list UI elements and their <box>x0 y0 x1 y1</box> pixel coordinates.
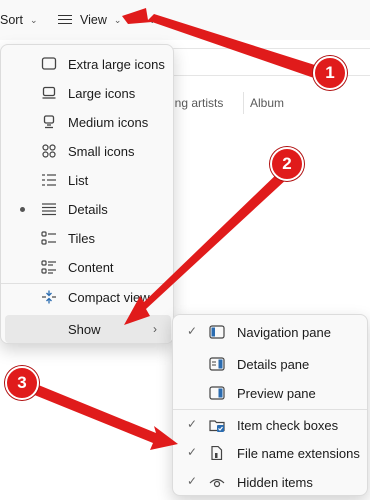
menu-item-label: Content <box>68 260 114 275</box>
menu-item-label: Small icons <box>68 144 135 159</box>
menu-item-label: Tiles <box>68 231 95 246</box>
details-icon <box>41 202 57 216</box>
annotation-badge-1: 1 <box>313 56 347 90</box>
menu-item-label: Show <box>68 322 101 337</box>
menu-item-label: Navigation pane <box>237 325 331 340</box>
menu-item-label: Details pane <box>237 357 310 372</box>
menu-item-medium-icons[interactable]: Medium icons <box>1 108 173 136</box>
details-pane-icon <box>209 357 225 371</box>
content-icon <box>41 260 57 274</box>
view-button[interactable]: View ⌄ <box>58 11 121 29</box>
hidden-items-icon <box>209 475 225 489</box>
item-check-boxes-icon <box>209 418 225 432</box>
view-label: View <box>80 13 107 27</box>
tiles-icon <box>41 231 57 245</box>
menu-item-preview-pane[interactable]: Preview pane <box>173 379 367 407</box>
menu-item-details[interactable]: Details <box>1 195 173 223</box>
menu-item-label: Compact view <box>68 290 150 305</box>
menu-item-hidden-items[interactable]: ✓ Hidden items <box>173 468 367 496</box>
menu-item-tiles[interactable]: Tiles <box>1 224 173 252</box>
extra-large-icons-icon <box>41 57 57 71</box>
compact-view-icon <box>41 290 57 304</box>
navigation-pane-icon <box>209 325 225 339</box>
menu-item-details-pane[interactable]: Details pane <box>173 350 367 378</box>
view-lines-icon <box>58 15 72 25</box>
column-header-album[interactable]: Album <box>250 96 284 110</box>
medium-icons-icon <box>41 115 57 129</box>
chevron-down-icon: ⌄ <box>29 14 38 25</box>
menu-item-label: List <box>68 173 89 188</box>
annotation-badge-3: 3 <box>5 366 39 400</box>
annotation-badge-2: 2 <box>270 147 304 181</box>
menu-item-label: Medium icons <box>68 115 149 130</box>
menu-item-content[interactable]: Content <box>1 253 173 281</box>
sort-label: Sort <box>0 13 23 27</box>
column-header-contributing-artists[interactable]: ing artists <box>172 96 223 110</box>
chevron-down-icon: ⌄ <box>113 14 122 25</box>
menu-item-large-icons[interactable]: Large icons <box>1 79 173 107</box>
command-bar: Sort ⌄ View ⌄ … <box>0 0 370 40</box>
small-icons-icon <box>41 144 57 158</box>
file-name-extensions-icon <box>209 445 225 461</box>
menu-item-item-check-boxes[interactable]: ✓ Item check boxes <box>173 411 367 439</box>
menu-item-label: Details <box>68 202 108 217</box>
menu-item-label: Extra large icons <box>68 57 165 72</box>
menu-item-compact-view[interactable]: Compact view <box>1 283 173 311</box>
menu-item-list[interactable]: List <box>1 166 173 194</box>
menu-item-extra-large-icons[interactable]: Extra large icons <box>1 50 173 78</box>
sort-button[interactable]: Sort ⌄ <box>0 11 37 29</box>
menu-item-label: Item check boxes <box>237 418 339 433</box>
list-icon <box>41 173 57 187</box>
more-options-icon[interactable]: … <box>150 12 162 26</box>
selected-bullet-icon <box>20 207 25 212</box>
menu-item-label: File name extensions <box>237 446 360 461</box>
menu-item-label: Preview pane <box>237 386 316 401</box>
menu-separator <box>173 409 367 410</box>
menu-item-label: Hidden items <box>237 475 313 490</box>
large-icons-icon <box>41 86 57 100</box>
view-menu: Extra large icons Large icons Medium ico… <box>0 44 174 344</box>
menu-item-small-icons[interactable]: Small icons <box>1 137 173 165</box>
menu-item-show[interactable]: Show › <box>5 315 171 343</box>
chevron-right-icon: › <box>153 322 157 336</box>
column-divider <box>243 92 244 114</box>
preview-pane-icon <box>209 386 225 400</box>
show-submenu: ✓ Navigation pane Details pane Preview p… <box>172 314 368 496</box>
check-icon: ✓ <box>187 445 198 459</box>
menu-item-navigation-pane[interactable]: ✓ Navigation pane <box>173 318 367 346</box>
check-icon: ✓ <box>187 417 198 431</box>
check-icon: ✓ <box>187 324 198 338</box>
menu-item-file-name-extensions[interactable]: ✓ File name extensions <box>173 439 367 467</box>
check-icon: ✓ <box>187 474 198 488</box>
menu-item-label: Large icons <box>68 86 136 101</box>
